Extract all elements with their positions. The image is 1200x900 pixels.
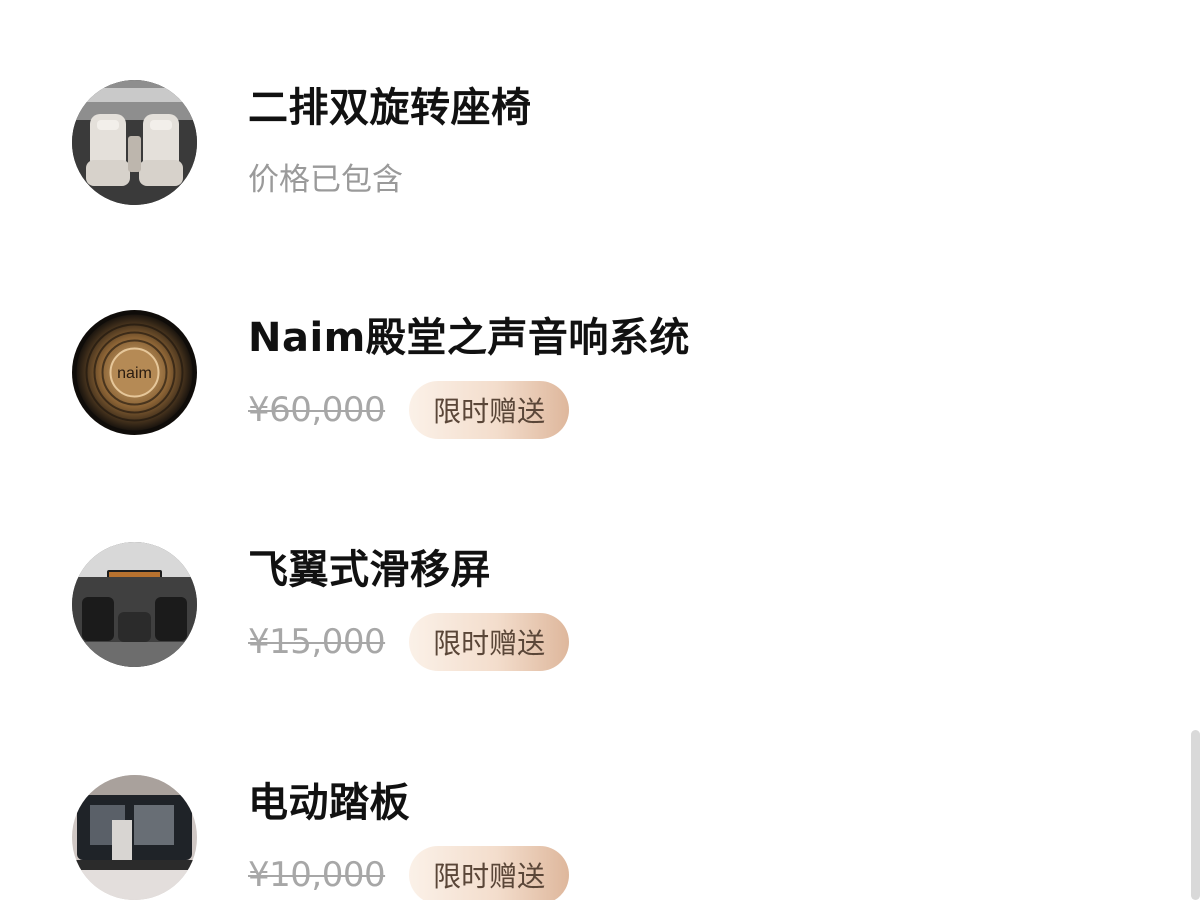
original-price: ¥10,000 bbox=[248, 855, 386, 895]
limited-gift-badge: 限时赠送 bbox=[409, 613, 570, 671]
item-title: 电动踏板 bbox=[248, 780, 410, 826]
naim-speaker-icon: naim bbox=[72, 310, 197, 435]
item-title: 二排双旋转座椅 bbox=[248, 85, 532, 131]
item-title: Naim殿堂之声音响系统 bbox=[248, 315, 690, 361]
list-item-power-step[interactable]: 电动踏板 ¥10,000 限时赠送 bbox=[72, 775, 1152, 900]
scrollbar[interactable] bbox=[1191, 730, 1200, 900]
svg-text:naim: naim bbox=[117, 365, 152, 382]
sliding-screen-icon bbox=[72, 542, 197, 667]
item-subtitle: 价格已包含 bbox=[248, 162, 403, 198]
list-item-naim-audio[interactable]: naim Naim殿堂之声音响系统 ¥60,000 限时赠送 bbox=[72, 310, 1152, 440]
list-item-sliding-screen[interactable]: 飞翼式滑移屏 ¥15,000 限时赠送 bbox=[72, 542, 1152, 672]
price-row: ¥15,000 限时赠送 bbox=[248, 612, 570, 672]
list-item-rotating-seats[interactable]: 二排双旋转座椅 价格已包含 bbox=[72, 80, 1152, 210]
rotating-seat-icon bbox=[72, 80, 197, 205]
feature-list-page: 二排双旋转座椅 价格已包含 naim Naim殿堂之声音响系统 ¥60,000 … bbox=[0, 0, 1200, 900]
limited-gift-badge: 限时赠送 bbox=[409, 381, 570, 439]
limited-gift-badge: 限时赠送 bbox=[409, 846, 570, 900]
item-title: 飞翼式滑移屏 bbox=[248, 547, 491, 593]
original-price: ¥60,000 bbox=[248, 390, 386, 430]
original-price: ¥15,000 bbox=[248, 622, 386, 662]
price-row: ¥60,000 限时赠送 bbox=[248, 380, 570, 440]
price-row: ¥10,000 限时赠送 bbox=[248, 845, 570, 900]
power-step-icon bbox=[72, 775, 197, 900]
